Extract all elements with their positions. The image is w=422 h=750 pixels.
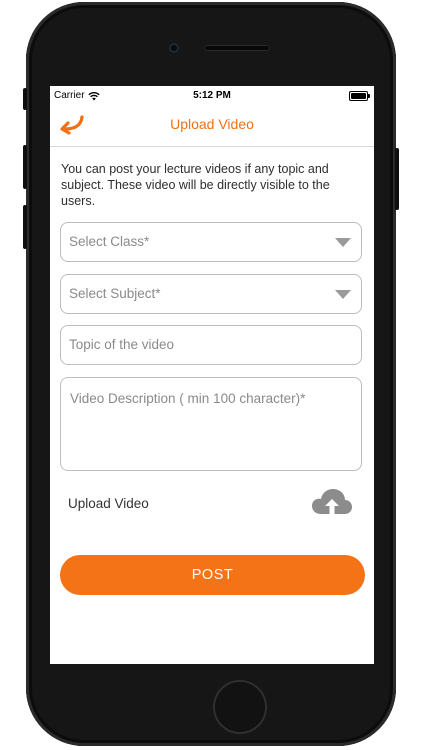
chevron-down-icon <box>335 290 351 299</box>
volume-up-button <box>23 145 27 189</box>
app-screen: Carrier 5:12 PM Upload Video You can pos… <box>50 86 374 664</box>
chevron-down-icon <box>335 238 351 247</box>
select-class-dropdown[interactable]: Select Class* <box>60 222 362 262</box>
volume-down-button <box>23 205 27 249</box>
battery-icon <box>349 91 370 101</box>
status-time: 5:12 PM <box>193 90 231 101</box>
cloud-upload-icon[interactable] <box>311 488 353 518</box>
video-description-textarea[interactable]: Video Description ( min 100 character)* <box>60 377 362 471</box>
intro-text: You can post your lecture videos if any … <box>61 162 330 208</box>
description-placeholder: Video Description ( min 100 character)* <box>70 391 306 406</box>
home-button[interactable] <box>213 680 267 734</box>
navigation-bar: Upload Video <box>50 106 374 147</box>
topic-input[interactable]: Topic of the video <box>60 325 362 365</box>
select-subject-dropdown[interactable]: Select Subject* <box>60 274 362 314</box>
post-button[interactable]: POST <box>60 555 365 595</box>
page-title: Upload Video <box>170 116 254 132</box>
topic-placeholder: Topic of the video <box>69 337 175 352</box>
select-subject-placeholder: Select Subject* <box>69 286 161 301</box>
front-camera <box>169 43 179 53</box>
mute-switch <box>23 88 27 110</box>
power-button <box>395 148 399 210</box>
earpiece-speaker <box>204 45 270 51</box>
status-bar: Carrier 5:12 PM <box>50 86 374 106</box>
upload-video-label: Upload Video <box>68 496 149 511</box>
select-class-placeholder: Select Class* <box>69 234 150 249</box>
